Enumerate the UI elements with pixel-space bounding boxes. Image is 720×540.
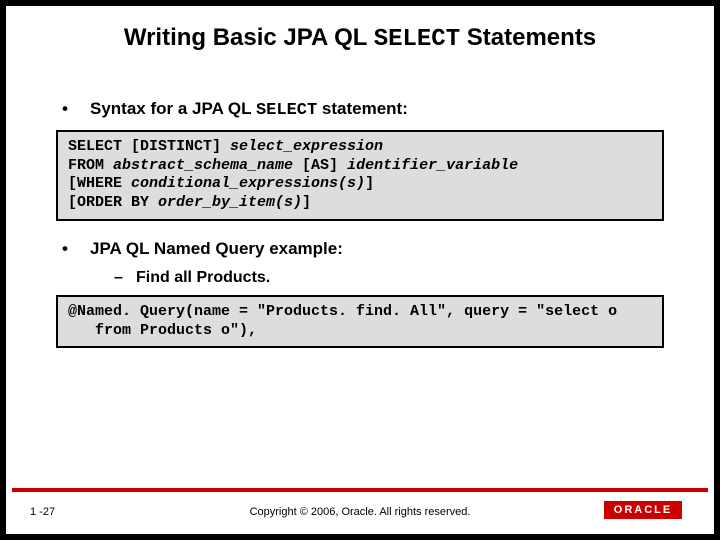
syntax-line1: SELECT [DISTINCT] select_expression (68, 138, 383, 155)
syntax-codebox: SELECT [DISTINCT] select_expression FROM… (56, 130, 664, 221)
bullet-syntax: • Syntax for a JPA QL SELECT statement: (62, 99, 678, 120)
oracle-logo: ORACLE (604, 498, 692, 522)
slide: Writing Basic JPA QL SELECT Statements •… (6, 6, 714, 534)
title-prefix: Writing Basic JPA QL (124, 24, 374, 51)
oracle-logo-box: ORACLE (604, 501, 682, 519)
slide-title: Writing Basic JPA QL SELECT Statements (6, 6, 714, 63)
subbullet-dash: – (114, 269, 136, 287)
example-codebox: @Named. Query(name = "Products. find. Al… (56, 295, 664, 349)
footer-redbar (12, 488, 708, 492)
bullet-text: Syntax for a JPA QL SELECT statement: (90, 99, 408, 120)
subbullet-text: Find all Products. (136, 269, 270, 287)
bullet-dot: • (62, 99, 90, 119)
title-suffix: Statements (460, 24, 596, 51)
syntax-line2: FROM abstract_schema_name [AS] identifie… (68, 157, 518, 174)
subbullet-findall: – Find all Products. (114, 269, 678, 287)
syntax-line4: [ORDER BY order_by_item(s)] (68, 194, 311, 211)
slide-content: • Syntax for a JPA QL SELECT statement: … (6, 63, 714, 349)
syntax-line3: [WHERE conditional_expressions(s)] (68, 175, 374, 192)
bullet-example: • JPA QL Named Query example: (62, 239, 678, 259)
bullet-text: JPA QL Named Query example: (90, 239, 343, 259)
title-mono: SELECT (374, 26, 460, 53)
bullet-dot: • (62, 239, 90, 259)
slide-footer: 1 -27 Copyright © 2006, Oracle. All righ… (12, 492, 708, 528)
